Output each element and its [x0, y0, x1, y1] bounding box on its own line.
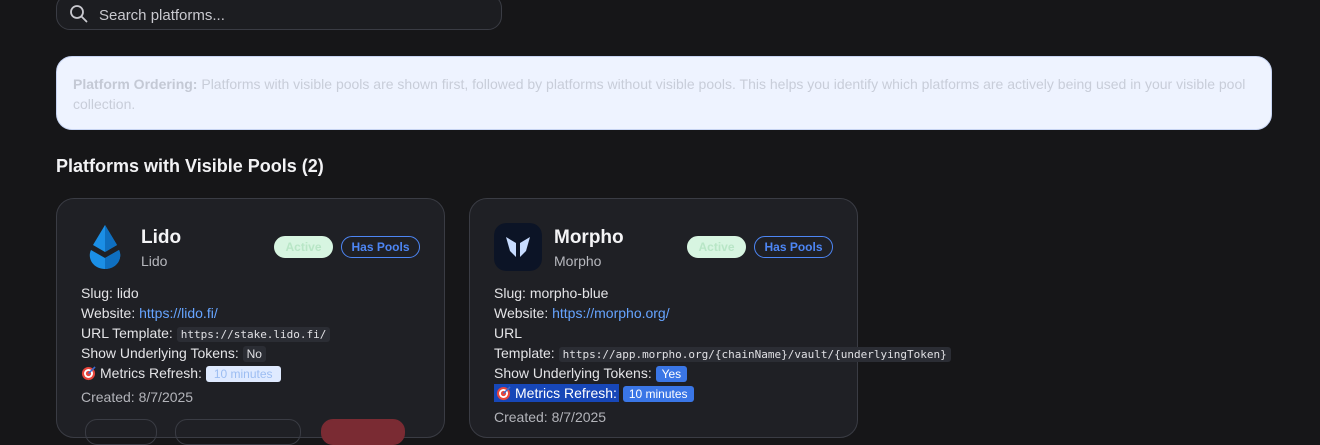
platform-card-lido: Lido Lido Active Has Pools Slug: lido We…	[56, 198, 445, 445]
metrics-refresh-selection: Metrics Refresh:	[494, 384, 619, 402]
underlying-tokens-label: Show Underlying Tokens:	[81, 345, 239, 361]
created-date: Created: 8/7/2025	[81, 389, 194, 405]
card-action-button[interactable]	[175, 419, 301, 445]
url-template-value: https://stake.lido.fi/	[176, 327, 331, 342]
status-badge: Active	[687, 236, 746, 258]
slug-row: Slug: lido	[81, 285, 139, 301]
lido-logo-icon	[89, 225, 121, 269]
url-template-label: Template:	[494, 345, 555, 361]
notice-text: Platforms with visible pools are shown f…	[73, 76, 1246, 112]
search-box[interactable]	[56, 0, 502, 30]
search-input[interactable]	[97, 3, 481, 27]
url-template-value: https://app.morpho.org/{chainName}/vault…	[558, 347, 951, 362]
platform-card-morpho: Morpho Morpho Active Has Pools Slug: mor…	[469, 198, 951, 438]
platform-name: Lido	[141, 227, 182, 248]
slug-value: morpho-blue	[529, 285, 609, 301]
url-template-row: URL Template: https://stake.lido.fi/	[81, 325, 331, 342]
website-row: Website: https://lido.fi/	[81, 305, 218, 321]
website-row: Website: https://morpho.org/	[494, 305, 670, 321]
website-label: Website:	[81, 305, 136, 321]
notice-label: Platform Ordering:	[73, 76, 198, 92]
slug-row: Slug: morpho-blue	[494, 285, 608, 301]
metrics-refresh-value: 10 minutes	[205, 366, 281, 382]
url-label: URL	[494, 325, 523, 341]
slug-value: lido	[116, 285, 139, 301]
platform-ordering-notice: Platform Ordering: Platforms with visibl…	[56, 56, 1272, 130]
underlying-tokens-value: No	[242, 346, 266, 362]
target-icon	[496, 386, 511, 401]
platform-name: Morpho	[554, 227, 624, 248]
has-pools-badge: Has Pools	[754, 236, 833, 258]
delete-button[interactable]	[321, 419, 405, 445]
website-link[interactable]: https://morpho.org/	[552, 305, 670, 321]
underlying-tokens-row: Show Underlying Tokens: Yes	[494, 365, 688, 382]
target-icon	[81, 366, 96, 381]
underlying-tokens-row: Show Underlying Tokens: No	[81, 345, 266, 362]
url-template-row: Template: https://app.morpho.org/{chainN…	[494, 345, 951, 362]
has-pools-badge: Has Pools	[341, 236, 420, 258]
created-date: Created: 8/7/2025	[494, 409, 607, 425]
platform-subtitle: Morpho	[554, 253, 602, 269]
website-label: Website:	[494, 305, 549, 321]
url-template-label: URL Template:	[81, 325, 173, 341]
platform-subtitle: Lido	[141, 253, 168, 269]
status-badge: Active	[274, 236, 333, 258]
search-icon	[70, 5, 88, 23]
underlying-tokens-label: Show Underlying Tokens:	[494, 365, 652, 381]
metrics-refresh-label: Metrics Refresh:	[515, 385, 617, 401]
metrics-refresh-label: Metrics Refresh:	[100, 365, 202, 381]
slug-label: Slug:	[81, 285, 113, 301]
metrics-refresh-row: Metrics Refresh: 10 minutes	[81, 365, 281, 382]
underlying-tokens-value: Yes	[655, 366, 688, 382]
metrics-refresh-value: 10 minutes	[622, 386, 694, 402]
card-action-button[interactable]	[85, 419, 157, 445]
slug-label: Slug:	[494, 285, 526, 301]
section-title: Platforms with Visible Pools (2)	[56, 156, 324, 176]
metrics-refresh-row: Metrics Refresh: 10 minutes	[494, 384, 694, 402]
morpho-logo-icon	[494, 223, 542, 271]
website-link[interactable]: https://lido.fi/	[139, 305, 218, 321]
